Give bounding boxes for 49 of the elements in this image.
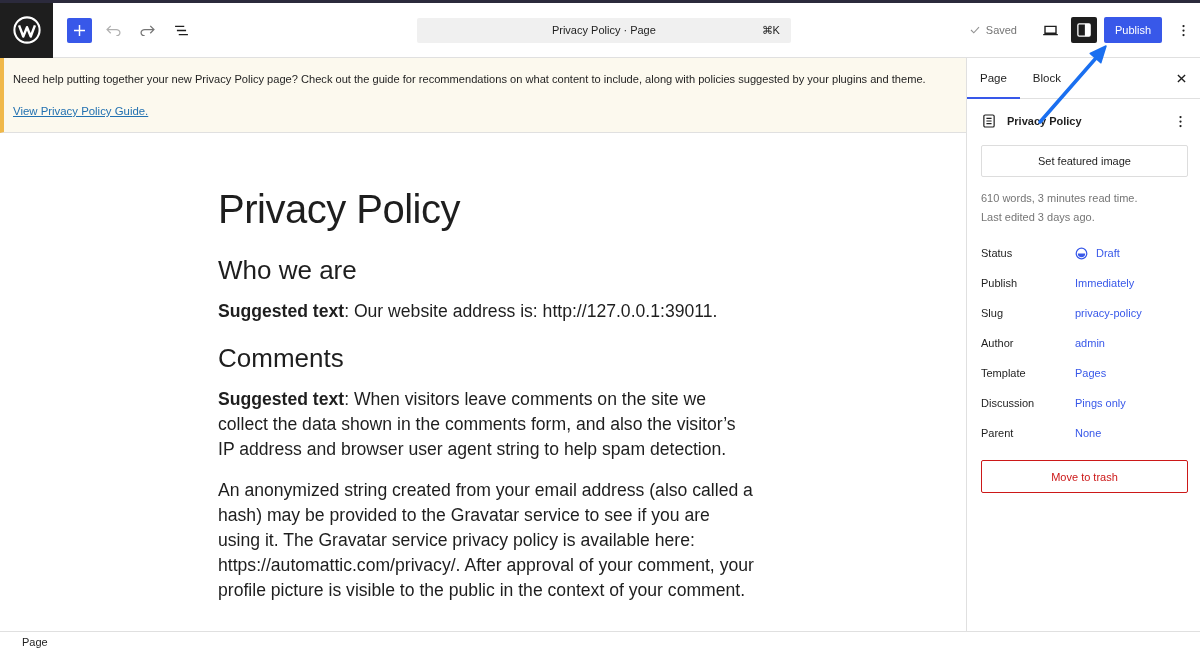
post-meta-text: Last edited 3 days ago. [981, 210, 1096, 225]
featured-image-button[interactable]: Set featured image [981, 145, 1188, 177]
sidebar-panel-icon [1077, 23, 1091, 37]
publish-button[interactable]: Publish [1104, 17, 1162, 43]
site-logo-button[interactable] [0, 2, 53, 58]
laptop-icon [1041, 24, 1059, 36]
paragraph-block[interactable]: An anonymized string created from your email address (also called a hash) may be provided to the Gravatar service to see if you are using it. The Gravatar service privacy policy is available here: https://automattic.com/privacy/. After approval of your comment, your profile picture is visible to the public in the context of your comment. [218, 478, 754, 603]
add-block-button[interactable] [67, 17, 92, 43]
move-to-trash-button[interactable]: Move to trash [981, 460, 1188, 493]
field-label: Slug [981, 307, 1005, 319]
field-value-link[interactable]: None [1075, 427, 1102, 439]
field-label: Parent [981, 427, 1015, 439]
document-icon [983, 114, 995, 128]
undo-icon [105, 24, 121, 36]
more-vertical-icon [1178, 114, 1182, 128]
field-value-link[interactable]: Pages [1075, 367, 1107, 379]
post-meta-text: 610 words, 3 minutes read time. [981, 191, 1139, 206]
field-label: Status [981, 247, 1014, 259]
field-label: Author [981, 337, 1015, 349]
breadcrumb-link[interactable]: Page [22, 636, 48, 648]
paragraph-block[interactable]: Suggested text: Our website address is: http://127.0.0.1:39011. [218, 299, 754, 324]
field-value-link[interactable]: privacy-policy [1075, 307, 1142, 319]
save-status: Saved [985, 24, 1017, 36]
sidebar-tab[interactable]: Block [1019, 58, 1074, 99]
field-label: Template [981, 367, 1027, 379]
w-logo-icon [12, 16, 41, 44]
check-icon [969, 26, 980, 34]
status-dropdown[interactable]: Draft [1075, 246, 1120, 260]
sidebar-tab[interactable]: Page [967, 58, 1020, 99]
list-view-icon [173, 24, 189, 36]
field-value-link[interactable]: Immediately [1075, 277, 1135, 289]
field-value-link[interactable]: admin [1075, 337, 1105, 349]
redo-icon [139, 24, 155, 36]
guide-link[interactable]: View Privacy Policy Guide. [13, 103, 149, 119]
field-label: Publish [981, 277, 1019, 289]
draft-status-icon [1075, 246, 1088, 260]
paragraph-block[interactable]: Suggested text: When visitors leave comments on the site we collect the data shown in the comments form, and also the visitor’s IP address and browser user agent string to help spam detection. [218, 387, 754, 462]
command-bar[interactable]: Privacy Policy · Page ⌘K [416, 17, 791, 43]
field-value-link[interactable]: Pings only [1075, 397, 1126, 409]
more-vertical-icon [1181, 23, 1185, 37]
page-title[interactable]: Privacy Policy [218, 183, 754, 235]
plus-icon [74, 24, 85, 36]
keyboard-shortcut: ⌘K [761, 23, 780, 37]
heading-block[interactable]: Comments [218, 341, 754, 375]
settings-toggle-button[interactable] [1071, 17, 1097, 43]
heading-block[interactable]: Who we are [218, 253, 754, 287]
notice-text: Need help putting together your new Privacy Policy page? Check out the guide for recommendations on what content to include, along with policies suggested by your plugins and theme. [13, 72, 927, 87]
field-label: Discussion [981, 397, 1036, 409]
close-icon [1176, 73, 1186, 83]
